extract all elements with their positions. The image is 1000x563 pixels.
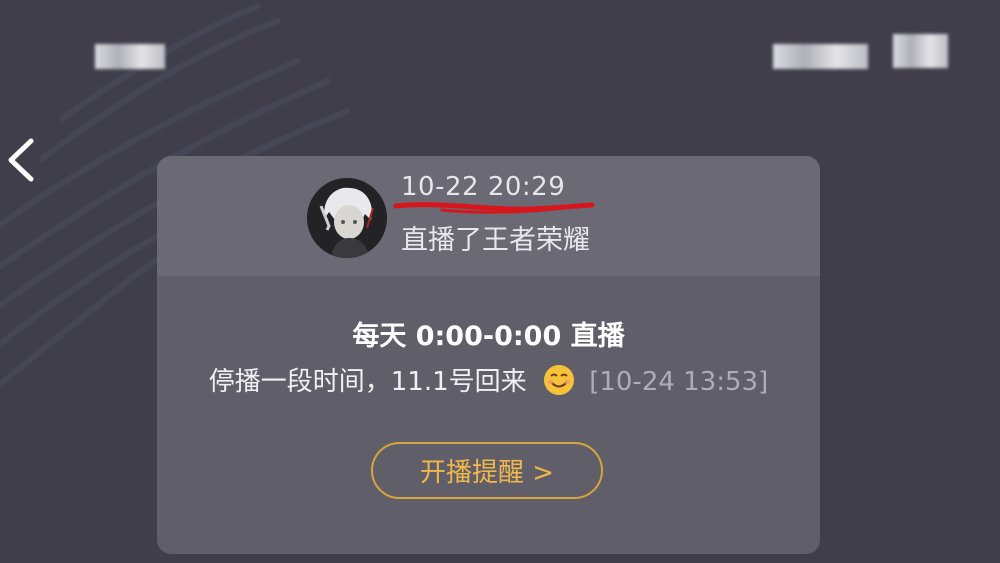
back-button[interactable] bbox=[0, 135, 40, 185]
notice-line: 停播一段时间，11.1号回来 [10-24 13:53] bbox=[157, 361, 820, 399]
live-reminder-label: 开播提醒 > bbox=[419, 458, 555, 488]
anime-avatar-image bbox=[307, 178, 387, 258]
notice-text: 停播一段时间，11.1号回来 bbox=[208, 367, 527, 397]
live-reminder-button[interactable]: 开播提醒 > bbox=[371, 442, 603, 499]
red-annotation-underline bbox=[393, 202, 595, 214]
blurred-status-left bbox=[95, 44, 165, 69]
live-description: 直播了王者荣耀 bbox=[401, 225, 590, 256]
streamer-avatar[interactable] bbox=[307, 178, 387, 258]
blurred-status-right bbox=[773, 44, 868, 69]
live-schedule: 每天 0:00-0:00 直播 bbox=[352, 321, 625, 352]
card-header: 10-22 20:29 直播了王者荣耀 bbox=[157, 156, 820, 276]
live-notice-card: 10-22 20:29 直播了王者荣耀 每天 0:00-0:00 直播 停播一段… bbox=[157, 156, 820, 554]
notice-time: [10-24 13:53] bbox=[589, 367, 769, 397]
blurred-status-right-2 bbox=[893, 34, 948, 68]
smiling-face-icon bbox=[543, 364, 575, 396]
chevron-left-icon bbox=[8, 138, 34, 182]
